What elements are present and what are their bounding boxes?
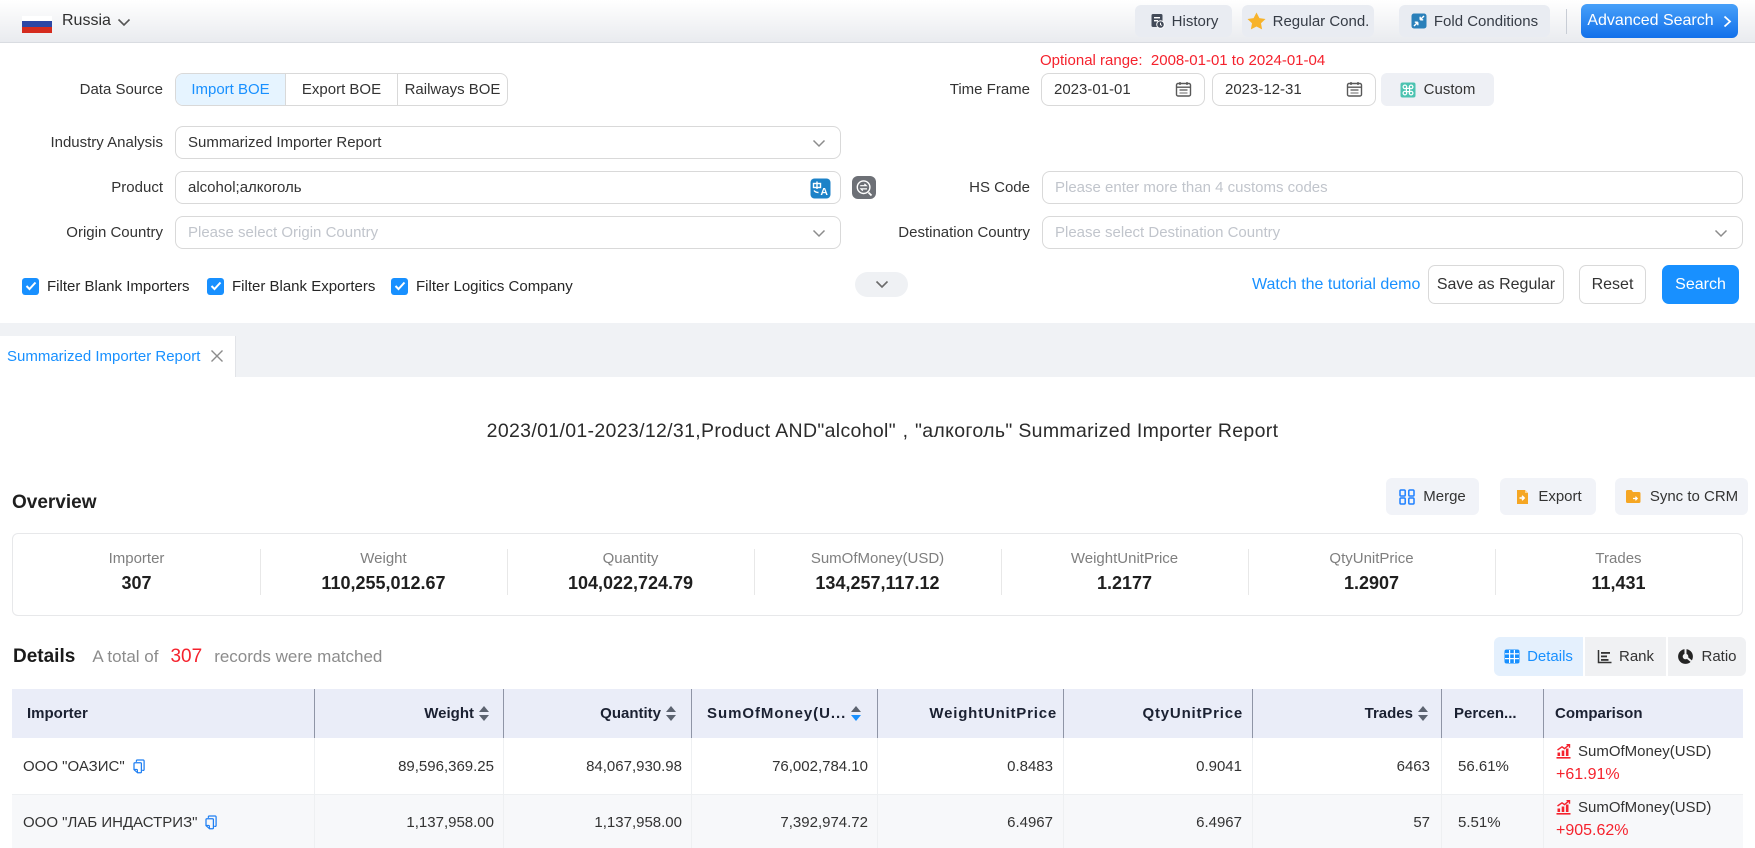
svg-text:A: A bbox=[820, 186, 828, 198]
